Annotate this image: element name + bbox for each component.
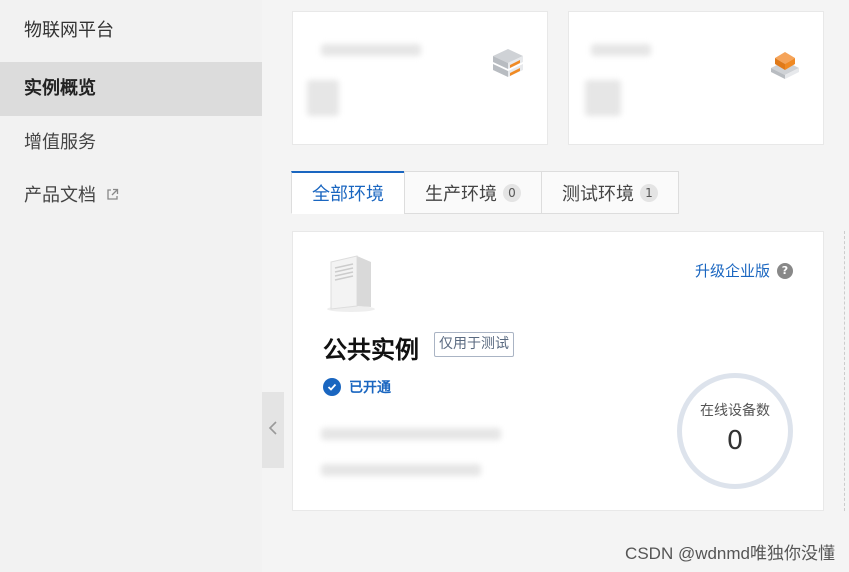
sidebar-item-product-docs[interactable]: 产品文档	[0, 169, 262, 223]
redacted-text	[591, 44, 651, 56]
chevron-left-icon	[268, 420, 278, 440]
instance-title: 公共实例	[323, 336, 419, 364]
tab-label: 测试环境	[562, 183, 634, 205]
orange-cube-stack-icon	[767, 46, 803, 86]
online-devices-gauge: 在线设备数 0	[677, 373, 793, 489]
collapse-sidebar-button[interactable]	[262, 392, 284, 468]
check-circle-icon	[323, 378, 341, 396]
online-devices-value: 0	[726, 426, 744, 456]
watermark: CSDN @wdnmd唯独你没懂	[625, 544, 835, 563]
instance-card[interactable]: 升级企业版 ? 公共实例 仅用于测试 已开通 在线设备数 0	[292, 231, 824, 511]
sidebar-item-label: 增值服务	[24, 132, 96, 153]
sidebar-item-value-added-services[interactable]: 增值服务	[0, 116, 262, 170]
sidebar-item-label: 产品文档	[24, 185, 96, 206]
sidebar-title: 物联网平台	[24, 20, 114, 41]
tab-all-environments[interactable]: 全部环境	[291, 171, 405, 214]
redacted-value	[307, 80, 339, 116]
redacted-value	[585, 80, 621, 116]
redacted-text	[321, 464, 481, 476]
sidebar-item-instance-overview[interactable]: 实例概览	[0, 62, 262, 116]
stat-card	[568, 11, 824, 145]
tab-testing[interactable]: 测试环境 1	[541, 171, 679, 214]
online-devices-label: 在线设备数	[700, 403, 770, 419]
tab-label: 生产环境	[425, 183, 497, 205]
redacted-text	[321, 428, 501, 440]
stat-card	[292, 11, 548, 145]
sidebar: 物联网平台 实例概览 增值服务 产品文档	[0, 0, 262, 572]
external-link-icon	[106, 169, 119, 223]
status-label: 已开通	[349, 380, 391, 396]
orange-server-stack-icon	[490, 46, 526, 86]
status-indicator: 已开通	[323, 377, 391, 397]
next-card-edge	[844, 231, 846, 511]
test-only-tag: 仅用于测试	[434, 332, 514, 357]
tab-label: 全部环境	[312, 184, 384, 205]
sidebar-item-label: 实例概览	[24, 78, 96, 99]
tab-production[interactable]: 生产环境 0	[404, 171, 542, 214]
count-badge: 1	[640, 183, 658, 202]
help-icon[interactable]: ?	[777, 262, 793, 279]
upgrade-enterprise-link[interactable]: 升级企业版 ?	[695, 260, 793, 281]
redacted-text	[321, 44, 421, 56]
upgrade-label: 升级企业版	[694, 262, 770, 280]
server-icon	[323, 254, 379, 316]
count-badge: 0	[503, 183, 521, 202]
environment-tabs: 全部环境 生产环境 0 测试环境 1	[291, 171, 679, 214]
